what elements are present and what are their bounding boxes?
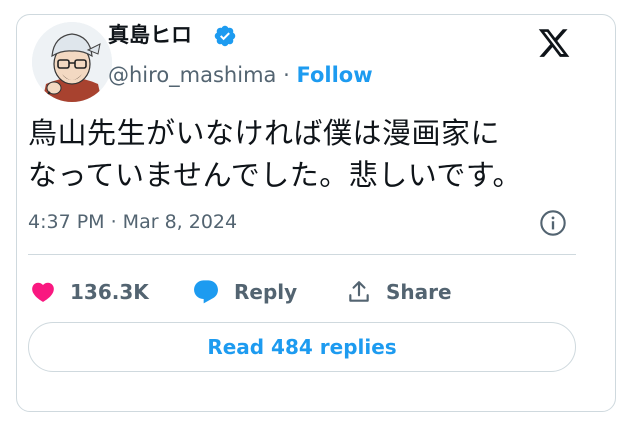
heart-icon [32, 282, 54, 302]
tweet-text-line-2: なっていませんでした。悲しいです。 [28, 158, 522, 192]
author-handle[interactable]: @hiro_mashima [108, 63, 276, 87]
tweet-timestamp[interactable]: 4:37 PM · Mar 8, 2024 [28, 210, 237, 234]
follow-button[interactable]: Follow [296, 63, 372, 87]
tweet-text: 鳥山先生がいなければ僕は漫画家に なっていませんでした。悲しいです。 [28, 112, 588, 196]
author-handle-row: @hiro_mashima · Follow [108, 62, 373, 88]
reply-button[interactable]: Reply [192, 274, 297, 310]
info-icon[interactable] [539, 209, 567, 237]
read-replies-button[interactable]: Read 484 replies [28, 322, 576, 372]
verified-badge-icon [214, 25, 236, 47]
tweet-text-line-1: 鳥山先生がいなければ僕は漫画家に [28, 116, 501, 150]
author-display-name[interactable]: 真島ヒロ [108, 22, 192, 48]
x-logo-icon[interactable] [536, 26, 572, 60]
share-button[interactable]: Share [346, 274, 452, 310]
reply-label: Reply [234, 280, 298, 304]
share-label: Share [386, 280, 452, 304]
share-upload-icon [349, 281, 369, 302]
divider [28, 254, 576, 255]
speech-bubble-icon [194, 280, 218, 304]
avatar[interactable] [32, 22, 112, 102]
handle-separator: · [283, 63, 290, 87]
like-button[interactable]: 136.3K [30, 274, 149, 310]
like-count: 136.3K [70, 280, 149, 304]
